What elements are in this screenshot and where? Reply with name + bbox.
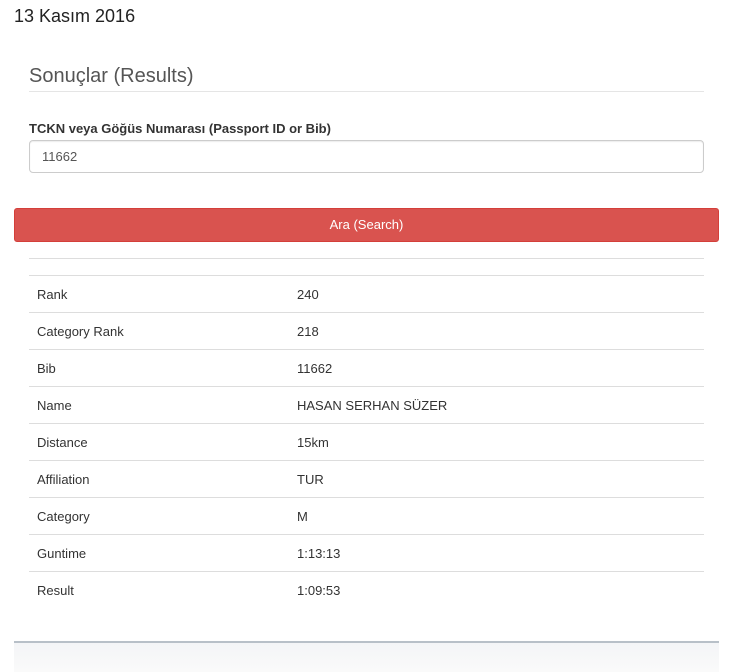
row-label: Rank xyxy=(29,275,289,313)
row-label: Name xyxy=(29,386,289,424)
row-value: 240 xyxy=(289,275,704,313)
row-label: Distance xyxy=(29,423,289,461)
row-value: 1:09:53 xyxy=(297,582,341,598)
table-row: Affiliation TUR xyxy=(29,460,704,498)
table-header-row xyxy=(29,258,704,276)
table-row: Category M xyxy=(29,497,704,535)
row-label: Category Rank xyxy=(29,312,289,350)
row-value: 1:13:13 xyxy=(289,534,704,572)
row-label: Bib xyxy=(29,349,289,387)
bib-search-input[interactable] xyxy=(29,140,704,173)
results-table: Rank 240 Category Rank 218 Bib 11662 Name HASAN… xyxy=(29,258,704,609)
row-value: M xyxy=(289,497,704,535)
table-row: Category Rank 218 xyxy=(29,312,704,350)
row-label: Category xyxy=(29,497,289,535)
row-label: Affiliation xyxy=(29,460,289,498)
section-title: Sonuçlar (Results) xyxy=(29,65,194,87)
row-value: HASAN SERHAN SÜZER xyxy=(289,386,704,424)
footer-band xyxy=(14,643,719,672)
table-row: Name HASAN SERHAN SÜZER xyxy=(29,386,704,424)
row-value: TUR xyxy=(289,460,704,498)
row-value: 15km xyxy=(289,423,704,461)
row-label: Guntime xyxy=(29,534,289,572)
table-row: Distance 15km xyxy=(29,423,704,461)
section-divider xyxy=(29,91,704,92)
table-row: Result 1:09:53 xyxy=(29,572,704,609)
search-button[interactable]: Ara (Search) xyxy=(14,208,719,242)
search-field-label: TCKN veya Göğüs Numarası (Passport ID or… xyxy=(29,121,331,136)
table-row: Rank 240 xyxy=(29,275,704,313)
table-row: Guntime 1:13:13 xyxy=(29,534,704,572)
table-row: Bib 11662 xyxy=(29,349,704,387)
page-date: 13 Kasım 2016 xyxy=(14,6,136,26)
row-value: 218 xyxy=(289,312,704,350)
row-label: Result xyxy=(37,582,74,598)
row-value: 11662 xyxy=(289,349,704,387)
